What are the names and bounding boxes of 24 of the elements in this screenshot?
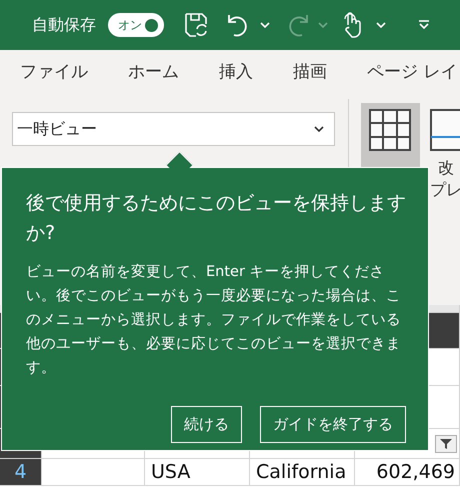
table-cell: USA: [145, 459, 250, 486]
ribbon-tab[interactable]: ページ レイ: [367, 54, 458, 92]
row-header[interactable]: 4: [0, 459, 42, 486]
touch-mode-icon[interactable]: [342, 11, 362, 39]
filter-button[interactable]: [435, 435, 457, 453]
ribbon-tab[interactable]: 挿入: [219, 54, 253, 92]
ribbon-tab[interactable]: ファイル: [20, 54, 88, 92]
table-cell: California: [250, 459, 355, 486]
grid-icon: [369, 109, 412, 151]
view-dropdown[interactable]: 一時ビュー: [12, 112, 335, 146]
popover-title: 後で使用するためにこのビューを保持しますか?: [26, 191, 406, 246]
autosave-toggle[interactable]: オン: [108, 13, 164, 37]
table-cell: 602,469: [355, 459, 460, 486]
popover-text: ビューの名前を変更して、Enter キーを押してください。後でこのビューがもう一度必要になった場合は、このメニューから選択します。ファイルで作業をしている他のユーザーも、必要に応じてこのビューを選択できます。: [26, 262, 402, 378]
save-icon[interactable]: [184, 12, 208, 38]
chevron-down-icon[interactable]: [314, 126, 324, 132]
autosave-label: 自動保存: [32, 14, 96, 36]
filter-icon: [439, 438, 453, 450]
ribbon-tab[interactable]: ホーム: [128, 54, 179, 92]
ribbon-tab[interactable]: 描画: [293, 54, 327, 92]
guide-button[interactable]: ガイドを終了する: [260, 406, 406, 443]
customize-toolbar-icon[interactable]: [418, 20, 430, 30]
guide-button[interactable]: 続ける: [171, 406, 242, 443]
view-button[interactable]: 改 プレ: [420, 103, 460, 211]
